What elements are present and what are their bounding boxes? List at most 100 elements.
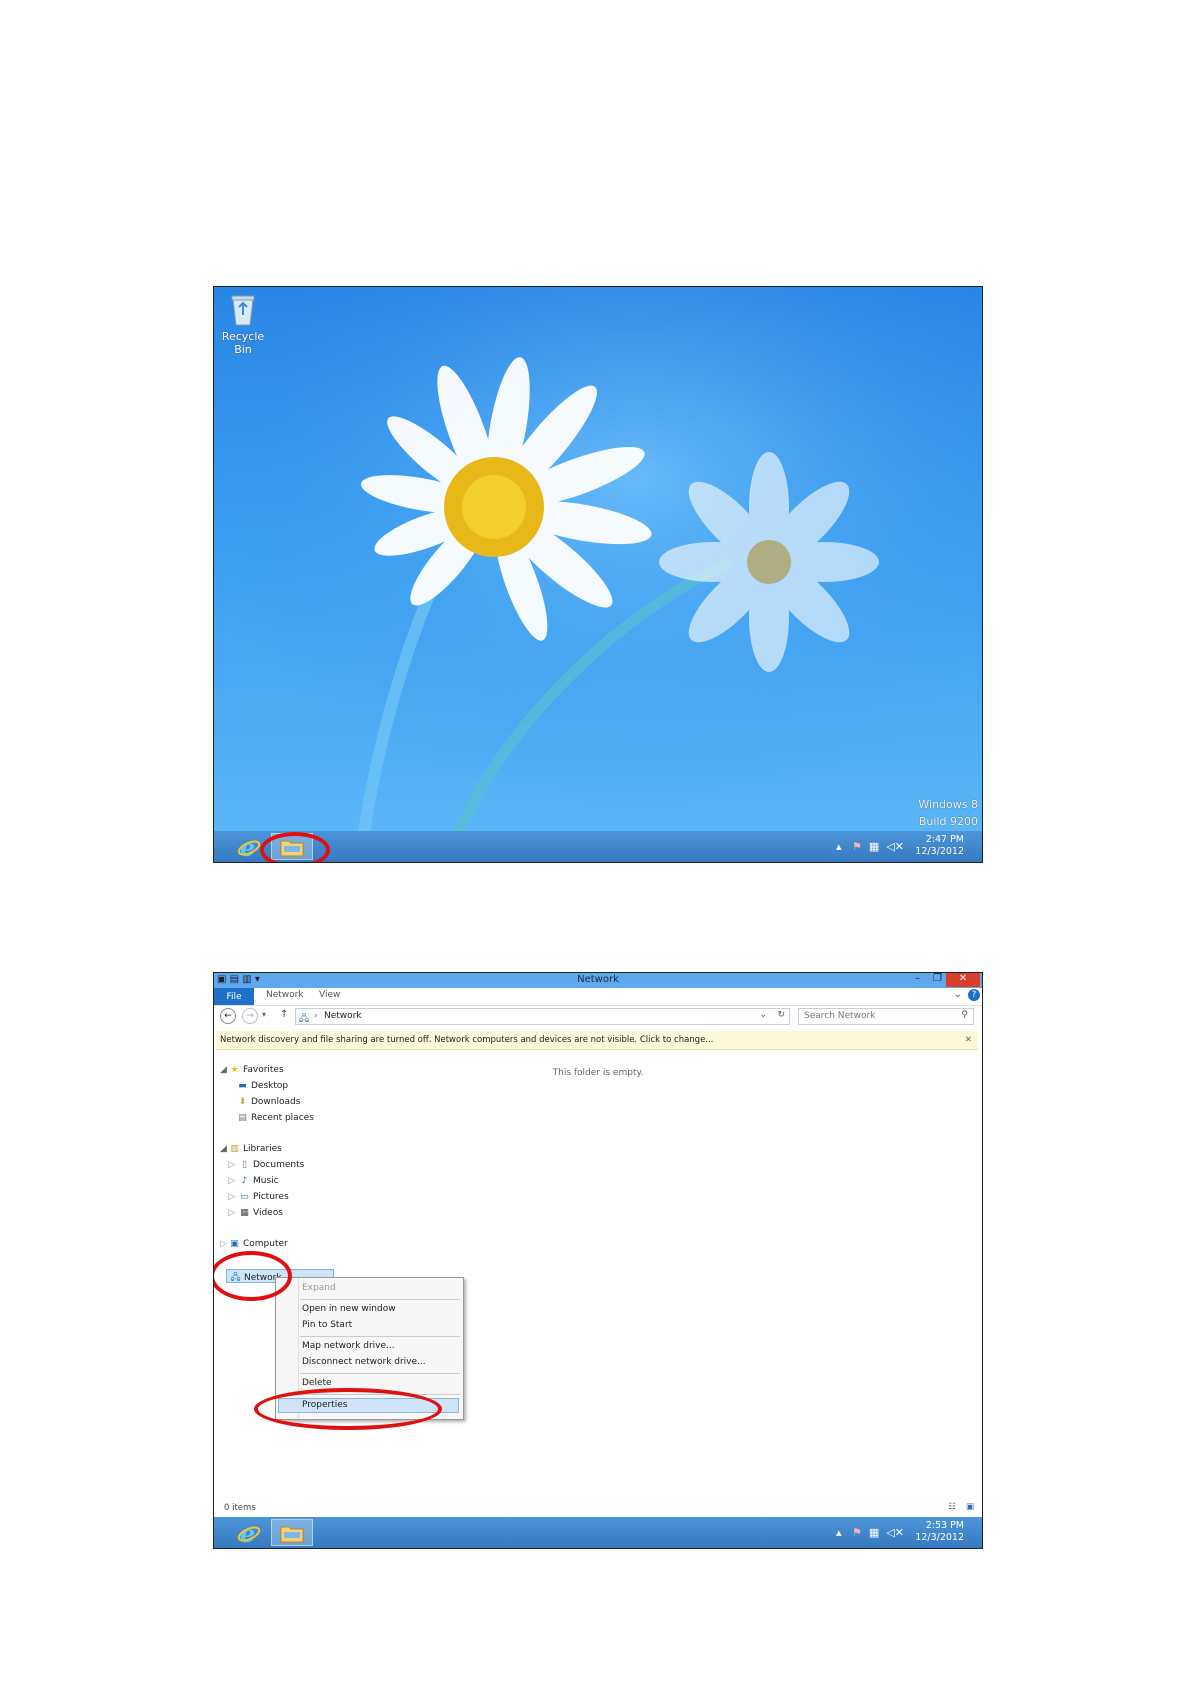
recycle-bin-shortcut[interactable]: Recycle Bin	[218, 293, 268, 356]
videos-icon: ▦	[240, 1208, 249, 1218]
collapse-icon[interactable]: ◢	[220, 1065, 227, 1075]
nav-music[interactable]: ▷ ♪ Music	[228, 1176, 279, 1186]
title-bar: ▣ ▤ ▥ ▾ Network – ❐ ✕	[214, 973, 982, 988]
menu-item-pin-to-start[interactable]: Pin to Start	[302, 1320, 352, 1330]
search-icon[interactable]: ⚲	[961, 1010, 968, 1020]
details-view-icon[interactable]: ☷	[948, 1502, 956, 1512]
ribbon: File Network View ⌄ ?	[214, 988, 982, 1006]
expand-icon[interactable]: ▷	[228, 1192, 236, 1202]
nav-computer[interactable]: ▷ ▣ Computer	[220, 1239, 288, 1249]
nav-label: Downloads	[251, 1097, 301, 1107]
documents-icon: ▯	[242, 1160, 247, 1170]
computer-icon: ▣	[230, 1239, 239, 1249]
nav-favorites[interactable]: ◢ ★ Favorites	[220, 1065, 284, 1075]
clock[interactable]: 2:53 PM 12/3/2012	[915, 1520, 964, 1544]
internet-explorer-icon: e	[237, 1521, 261, 1545]
explorer-screenshot: ▣ ▤ ▥ ▾ Network – ❐ ✕ File Network View …	[213, 972, 983, 1549]
taskbar: e ▴ ⚑ ▦ ◁✕ 2:53 PM 12/3/2012	[214, 1517, 982, 1548]
tab-network[interactable]: Network	[266, 990, 304, 1000]
show-hidden-icons-icon[interactable]: ▴	[836, 840, 842, 853]
daisy-blurred	[659, 452, 879, 672]
clock-time: 2:53 PM	[925, 1520, 964, 1531]
refresh-icon[interactable]: ↻	[777, 1010, 785, 1020]
nav-label: Recent places	[251, 1113, 314, 1123]
menu-item-expand[interactable]: Expand	[302, 1283, 336, 1293]
downloads-icon: ⬇	[238, 1097, 247, 1107]
nav-recent-places[interactable]: ▤ Recent places	[236, 1113, 314, 1123]
clock-time: 2:47 PM	[925, 834, 964, 845]
menu-item-disconnect-network-drive[interactable]: Disconnect network drive...	[302, 1357, 426, 1367]
tray-icons[interactable]: ▴ ⚑ ▦ ◁✕	[836, 840, 904, 853]
clock[interactable]: 2:47 PM 12/3/2012	[915, 834, 964, 858]
nav-label: Music	[253, 1176, 279, 1186]
tray-icons[interactable]: ▴ ⚑ ▦ ◁✕	[836, 1526, 904, 1539]
menu-item-delete[interactable]: Delete	[302, 1378, 332, 1388]
nav-label: Pictures	[253, 1192, 289, 1202]
menu-item-open-new-window[interactable]: Open in new window	[302, 1304, 396, 1314]
nav-label: Videos	[253, 1208, 283, 1218]
item-count: 0 items	[224, 1503, 256, 1513]
watermark-build: Build 9200	[918, 815, 978, 828]
action-center-icon[interactable]: ⚑	[852, 1526, 862, 1539]
menu-separator	[300, 1299, 460, 1300]
pictures-icon: ▭	[240, 1192, 249, 1202]
tab-view[interactable]: View	[319, 990, 340, 1000]
windows-watermark: Windows 8 Build 9200	[918, 796, 978, 830]
file-explorer-button[interactable]	[271, 1519, 313, 1546]
clock-date: 12/3/2012	[915, 1532, 964, 1543]
nav-libraries[interactable]: ◢ ▥ Libraries	[220, 1144, 282, 1154]
menu-item-map-network-drive[interactable]: Map network drive...	[302, 1341, 395, 1351]
up-button[interactable]: ↑	[280, 1009, 288, 1020]
music-icon: ♪	[241, 1176, 248, 1186]
expand-ribbon-icon[interactable]: ⌄	[954, 989, 962, 1000]
back-button[interactable]: ←	[220, 1008, 236, 1024]
forward-button[interactable]: →	[242, 1008, 258, 1024]
nav-label: Favorites	[243, 1065, 284, 1075]
restore-button[interactable]: ❐	[933, 973, 942, 984]
nav-label: Desktop	[251, 1081, 289, 1091]
nav-downloads[interactable]: ⬇ Downloads	[236, 1097, 301, 1107]
collapse-icon[interactable]: ◢	[220, 1144, 227, 1154]
internet-explorer-icon: e	[237, 835, 261, 859]
chevron-right-icon: ›	[314, 1011, 318, 1021]
nav-label: Computer	[243, 1239, 288, 1249]
expand-icon[interactable]: ▷	[228, 1208, 236, 1218]
libraries-icon: ▥	[230, 1144, 239, 1154]
info-bar-close-icon[interactable]: ✕	[965, 1031, 972, 1049]
expand-icon[interactable]: ▷	[220, 1239, 227, 1249]
help-icon[interactable]: ?	[968, 989, 980, 1001]
expand-icon[interactable]: ▷	[228, 1160, 236, 1170]
search-box[interactable]: Search Network ⚲	[798, 1008, 974, 1025]
action-center-icon[interactable]: ⚑	[852, 840, 862, 853]
info-bar[interactable]: Network discovery and file sharing are t…	[216, 1031, 978, 1050]
volume-muted-icon[interactable]: ◁✕	[886, 840, 904, 853]
info-bar-text[interactable]: Network discovery and file sharing are t…	[220, 1035, 713, 1045]
recycle-bin-icon	[231, 295, 255, 326]
network-tray-icon[interactable]: ▦	[869, 1526, 879, 1539]
window-title: Network	[577, 974, 619, 985]
recent-locations-icon[interactable]: ▾	[262, 1010, 266, 1019]
show-hidden-icons-icon[interactable]: ▴	[836, 1526, 842, 1539]
network-tray-icon[interactable]: ▦	[869, 840, 879, 853]
internet-explorer-button[interactable]: e	[228, 1519, 270, 1546]
star-icon: ★	[230, 1065, 239, 1075]
large-icons-view-icon[interactable]: ▣	[966, 1502, 974, 1512]
nav-desktop[interactable]: ▬ Desktop	[236, 1081, 288, 1091]
address-dropdown-icon[interactable]: ⌄	[759, 1010, 767, 1020]
volume-muted-icon[interactable]: ◁✕	[886, 1526, 904, 1539]
menu-separator	[300, 1373, 460, 1374]
expand-icon[interactable]: ▷	[228, 1176, 236, 1186]
nav-videos[interactable]: ▷ ▦ Videos	[228, 1208, 283, 1218]
recent-places-icon: ▤	[238, 1113, 247, 1123]
wallpaper	[214, 287, 982, 832]
nav-label: Libraries	[243, 1144, 282, 1154]
address-bar[interactable]: 🖧 › Network ⌄ ↻	[295, 1008, 790, 1025]
minimize-button[interactable]: –	[915, 973, 920, 984]
nav-pictures[interactable]: ▷ ▭ Pictures	[228, 1192, 289, 1202]
close-button[interactable]: ✕	[946, 973, 980, 987]
nav-documents[interactable]: ▷ ▯ Documents	[228, 1160, 305, 1170]
status-bar: 0 items ☷ ▣	[214, 1501, 982, 1517]
search-input[interactable]: Search Network	[804, 1011, 875, 1021]
highlight-ring-network	[214, 1251, 292, 1301]
tab-file[interactable]: File	[214, 988, 254, 1005]
